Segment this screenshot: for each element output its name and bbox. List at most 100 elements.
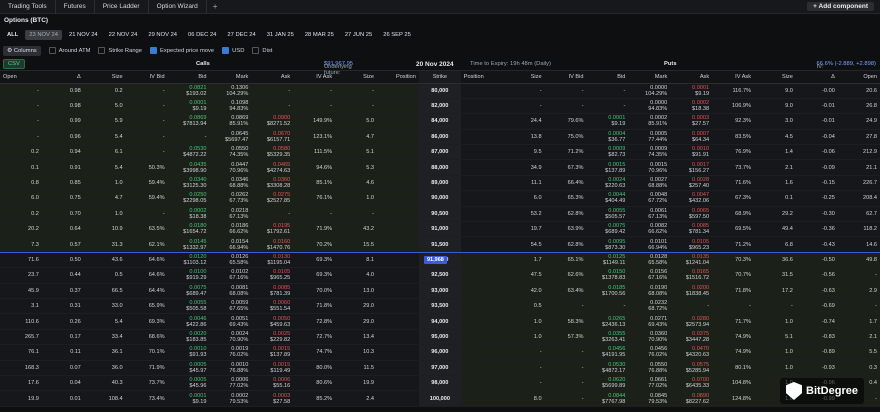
cell: -0.25 bbox=[795, 190, 838, 207]
usd-value: 68.08% bbox=[648, 290, 668, 297]
table-row[interactable]: 76.1 0.11 36.1 70.1% 0.0010 $91.93 0.0019 76.02… bbox=[0, 344, 880, 361]
cell: 0.17 bbox=[41, 329, 84, 346]
cell: 0.0160 $1470.76 bbox=[251, 236, 294, 253]
page-title: Options (BTC) bbox=[4, 17, 49, 24]
cell: 68.6% bbox=[125, 329, 168, 346]
expiry-7[interactable]: 31 JAN 25 bbox=[263, 30, 298, 40]
table-row[interactable]: 45.9 0.37 66.5 64.4% 0.0075 $689.47 0.0081 68.0… bbox=[0, 283, 880, 299]
table-row[interactable]: 17.6 0.04 40.3 73.7% 0.0005 $45.96 0.0006 77.02… bbox=[0, 375, 880, 392]
cell: 0.0004 $36.77 bbox=[586, 129, 629, 146]
usd-value: $27.57 bbox=[692, 121, 710, 128]
expiry-0[interactable]: ALL bbox=[3, 30, 22, 40]
cell: 0.0001 $9.19 bbox=[167, 98, 210, 115]
add-tab-button[interactable]: + bbox=[207, 2, 224, 11]
strike-cell: 96,000 bbox=[418, 344, 461, 361]
cell: 0.0154 66.94% bbox=[209, 236, 252, 253]
usd-value: $45.97 bbox=[189, 367, 207, 374]
table-row[interactable]: -0.98 5.0-0.0001 $9.19 0.1098 94.83% - - -82,00… bbox=[0, 98, 880, 115]
cell: 265.7 bbox=[0, 329, 42, 346]
table-row[interactable]: 23.7 0.44 0.5 64.6% 0.0100 $919.29 0.0102 67.16… bbox=[0, 267, 880, 284]
cell: -0.56 bbox=[795, 267, 838, 284]
usd-value: 76.88% bbox=[229, 367, 249, 374]
table-row[interactable]: -0.98 0.2-0.0821 $193.02 0.1306 104.29% - - -80… bbox=[0, 83, 880, 99]
cell: 0.0435 $3998.90 bbox=[167, 159, 210, 176]
expected-move-toggle[interactable]: Expected price move bbox=[150, 47, 214, 54]
expiry-3[interactable]: 22 NOV 24 bbox=[105, 30, 142, 40]
expiry-8[interactable]: 28 MAR 25 bbox=[301, 30, 338, 40]
cell: 70.0% bbox=[293, 283, 336, 299]
cell: - bbox=[125, 83, 168, 99]
tab-futures[interactable]: Futures bbox=[56, 0, 95, 14]
table-row[interactable]: 7.3 0.57 31.3 62.1% 0.0145 $1332.97 0.0154 66.9… bbox=[0, 236, 880, 253]
table-row[interactable]: -0.99 5.9-0.0869 $7813.94 0.0869 85.91% 0.090… bbox=[0, 113, 880, 130]
table-row[interactable]: 20.2 0.64 10.9 63.5% 0.0180 $1654.72 0.0186 66.… bbox=[0, 221, 880, 238]
cell: 0.0821 $193.02 bbox=[167, 83, 210, 99]
usd-toggle[interactable]: USD bbox=[222, 47, 244, 54]
cell: - bbox=[544, 98, 587, 115]
table-row[interactable]: 0.2 0.94 6.1-0.0530 $4872.22 0.0550 74.35% 0.0… bbox=[0, 144, 880, 161]
strike-range-toggle[interactable]: Strike Range bbox=[98, 47, 142, 54]
cell bbox=[377, 390, 419, 407]
cell: 0.0005 77.44% bbox=[628, 129, 671, 146]
cell: 0.0095 $873.30 bbox=[586, 236, 629, 253]
cell: 0.0048 67.72% bbox=[628, 190, 671, 207]
cell: 1.0 bbox=[83, 206, 126, 223]
table-row[interactable]: 3.1 0.31 33.0 65.9% 0.0055 $505.58 0.0059 67.65… bbox=[0, 298, 880, 315]
cell: 0.0340 $3125.30 bbox=[167, 175, 210, 192]
cell: - bbox=[251, 206, 294, 223]
usd-value: $3998.90 bbox=[183, 167, 207, 174]
table-row[interactable]: 0.1 0.91 5.4 50.3% 0.0435 $3998.90 0.0447 70.96… bbox=[0, 159, 880, 176]
expiry-6[interactable]: 27 DEC 24 bbox=[223, 30, 259, 40]
cell: 0.1098 94.83% bbox=[209, 98, 252, 115]
cell: 71.9% bbox=[293, 221, 336, 238]
cell: 0.0009 74.35% bbox=[628, 144, 671, 161]
tab-price-ladder[interactable]: Price Ladder bbox=[95, 0, 149, 14]
cell: 0.0001 $9.19 bbox=[670, 83, 713, 99]
tab-option-wizard[interactable]: Option Wizard bbox=[149, 0, 207, 14]
expiry-10[interactable]: 26 SEP 25 bbox=[379, 30, 415, 40]
col-header: Size bbox=[754, 71, 796, 84]
tab-trading-tools[interactable]: Trading Tools bbox=[0, 0, 56, 14]
table-row[interactable]: 0.2 0.70 1.0-0.0002 $18.38 0.0218 67.13% - - -90… bbox=[0, 206, 880, 223]
expiry-4[interactable]: 29 NOV 24 bbox=[144, 30, 181, 40]
expiry-2[interactable]: 21 NOV 24 bbox=[65, 30, 102, 40]
cell: 0.0128 65.58% bbox=[628, 252, 671, 269]
table-row[interactable]: -0.96 5.4- -0.0645 $5697.47 0.0670 $6157.71 12… bbox=[0, 129, 880, 146]
csv-button[interactable]: CSV bbox=[3, 59, 25, 69]
table-row[interactable]: 6.0 0.75 4.7 59.4% 0.0250 $2298.05 0.0262 67.73… bbox=[0, 190, 880, 207]
usd-value: $919.29 bbox=[186, 275, 207, 282]
around-atm-toggle[interactable]: Around ATM bbox=[48, 47, 90, 54]
cell: 47.5 bbox=[502, 267, 545, 284]
usd-value: $6157.71 bbox=[266, 136, 291, 143]
expiry-1[interactable]: 23 NOV 24 bbox=[25, 29, 62, 40]
table-row[interactable]: 0.8 0.85 1.0 59.4% 0.0340 $3125.30 0.0346 68.88… bbox=[0, 175, 880, 192]
usd-value: $965.23 bbox=[688, 244, 710, 251]
expiry-9[interactable]: 27 JUN 25 bbox=[341, 30, 376, 40]
cell: 0.31 bbox=[41, 298, 84, 315]
cell: 0.0102 67.16% bbox=[209, 267, 252, 284]
strike-cell: 80,000 bbox=[418, 83, 461, 99]
columns-button[interactable]: ⚙ Columns bbox=[3, 45, 41, 56]
cell: 24.9 bbox=[837, 113, 880, 130]
usd-value: $1332.97 bbox=[183, 244, 207, 251]
cell: 0.0156 67.16% bbox=[628, 267, 671, 284]
cell: 0.0165 $1516.72 bbox=[670, 267, 713, 284]
cell: - bbox=[293, 98, 336, 115]
cell: 49.8 bbox=[837, 252, 880, 269]
expiry-5[interactable]: 06 DEC 24 bbox=[184, 30, 220, 40]
usd-value: 66.94% bbox=[648, 244, 668, 251]
cell: 0.0006 $55.16 bbox=[251, 375, 294, 392]
cell: 59.4% bbox=[125, 175, 168, 192]
cell: 0.0000 104.29% bbox=[628, 83, 671, 99]
usd-value: $91.91 bbox=[692, 152, 710, 159]
usd-value: $91.93 bbox=[189, 352, 207, 359]
dist-toggle[interactable]: Dist bbox=[252, 47, 272, 54]
table-row[interactable]: 265.7 0.17 33.4 68.6% 0.0020 $183.85 0.0024 70.… bbox=[0, 329, 880, 346]
cell: 116.7% bbox=[712, 83, 755, 99]
table-row[interactable]: 19.9 0.01 108.4 73.4% 0.0001 $9.19 0.0002 79.53… bbox=[0, 390, 880, 407]
add-component-button[interactable]: + Add component bbox=[807, 2, 874, 11]
cell: 8.0 bbox=[502, 390, 545, 407]
table-row[interactable]: 168.3 0.07 36.0 71.9% 0.0005 $45.97 0.0010 76.8… bbox=[0, 360, 880, 376]
table-row[interactable]: 110.6 0.26 5.4 69.3% 0.0046 $422.86 0.0051 69.4… bbox=[0, 313, 880, 330]
cell bbox=[377, 344, 419, 361]
